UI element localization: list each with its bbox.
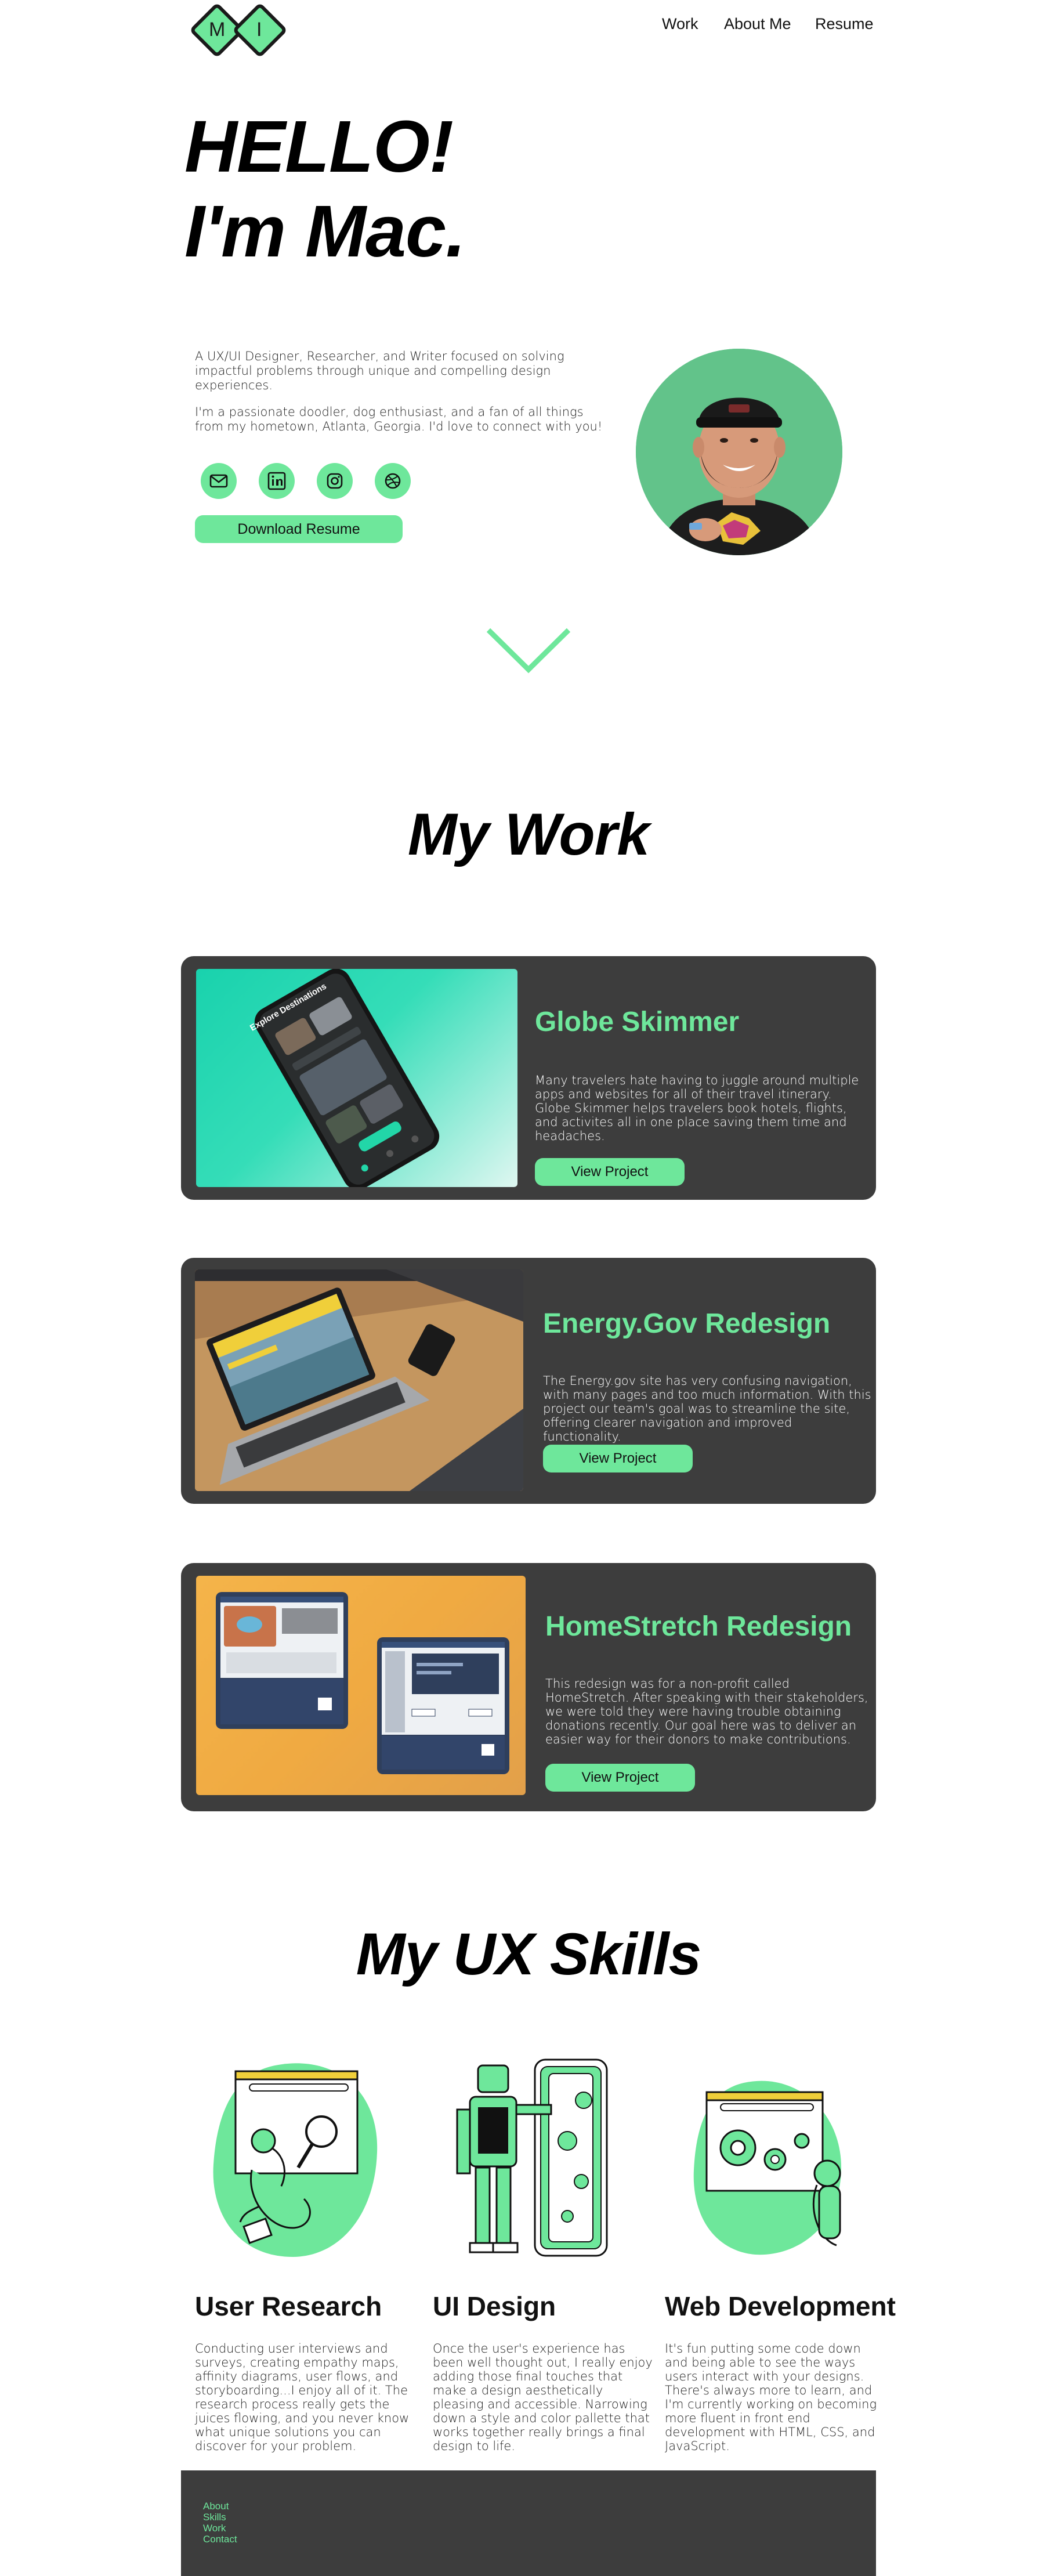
user-research-illustration: [213, 2063, 378, 2257]
logo-letter-m: M: [209, 19, 226, 41]
skill-description-user-research: Conducting user interviews and surveys, …: [195, 2342, 410, 2453]
project-description: Many travelers hate having to juggle aro…: [535, 1073, 859, 1143]
view-project-button[interactable]: View Project: [535, 1158, 685, 1186]
skill-description-web-development: It's fun putting some code down and bein…: [665, 2342, 877, 2453]
homestretch-mockup: [196, 1576, 526, 1795]
footer-link-about[interactable]: About: [203, 2501, 237, 2512]
view-project-button[interactable]: View Project: [543, 1445, 693, 1472]
hero-about: I'm a passionate doodler, dog enthusiast…: [195, 405, 603, 433]
logo[interactable]: M I: [189, 2, 290, 58]
phone-mockup-illustration: [254, 969, 440, 1187]
scroll-down-chevron-icon[interactable]: [485, 627, 572, 675]
web-development-illustration: [693, 2081, 842, 2255]
dribbble-icon: [385, 473, 401, 489]
project-title: Globe Skimmer: [535, 1007, 740, 1037]
project-card-homestretch: HomeStretch Redesign This redesign was f…: [181, 1563, 876, 1811]
hero-title-line-1: HELLO!: [184, 106, 454, 187]
footer-link-skills[interactable]: Skills: [203, 2512, 237, 2523]
hero-intro: A UX/UI Designer, Researcher, and Writer…: [195, 349, 564, 392]
logo-letter-i: I: [256, 19, 262, 41]
project-card-globe-skimmer: Explore Destinations Globe Skimmer Many …: [181, 956, 876, 1200]
globe-skimmer-mockup: Explore Destinations: [196, 969, 517, 1187]
footer-links: About Skills Work Contact: [203, 2501, 237, 2545]
download-resume-button[interactable]: Download Resume: [195, 515, 403, 543]
nav-link-resume[interactable]: Resume: [815, 15, 874, 33]
tablet-mockups-illustration: [216, 1592, 509, 1774]
skill-title-ui-design: UI Design: [433, 2291, 556, 2321]
project-card-energy-gov: Energy.Gov Redesign The Energy.gov site …: [181, 1258, 876, 1504]
my-ux-skills-heading: My UX Skills: [356, 1921, 702, 1987]
instagram-link[interactable]: [317, 463, 353, 499]
project-description: This redesign was for a non-profit calle…: [545, 1677, 868, 1746]
hero-title-line-2: I'm Mac.: [184, 190, 466, 272]
dribbble-link[interactable]: [375, 463, 411, 499]
my-work-heading: My Work: [407, 801, 650, 867]
project-title: HomeStretch Redesign: [545, 1611, 852, 1642]
footer-link-work[interactable]: Work: [203, 2523, 237, 2534]
avatar: [636, 349, 842, 555]
skill-description-ui-design: Once the user's experience has been well…: [433, 2342, 653, 2453]
logo-mark: [191, 4, 286, 56]
ui-design-illustration: [456, 2058, 608, 2257]
mail-icon: [209, 474, 228, 488]
email-link[interactable]: [201, 463, 237, 499]
skill-title-user-research: User Research: [195, 2291, 382, 2321]
nav-link-work[interactable]: Work: [662, 15, 698, 33]
linkedin-icon: [267, 472, 286, 490]
energy-gov-mockup: [195, 1269, 523, 1491]
view-project-button[interactable]: View Project: [545, 1764, 695, 1792]
footer: About Skills Work Contact: [181, 2470, 876, 2576]
linkedin-link[interactable]: [259, 463, 295, 499]
portrait-illustration: [636, 349, 842, 555]
skill-title-web-development: Web Development: [665, 2291, 896, 2321]
laptop-mockup-illustration: [195, 1269, 523, 1491]
footer-link-contact[interactable]: Contact: [203, 2534, 237, 2545]
project-title: Energy.Gov Redesign: [543, 1308, 831, 1339]
project-description: The Energy.gov site has very confusing n…: [543, 1374, 871, 1443]
instagram-icon: [327, 473, 343, 489]
nav-link-about-me[interactable]: About Me: [724, 15, 791, 33]
hero-title: HELLO! I'm Mac.: [184, 104, 466, 274]
